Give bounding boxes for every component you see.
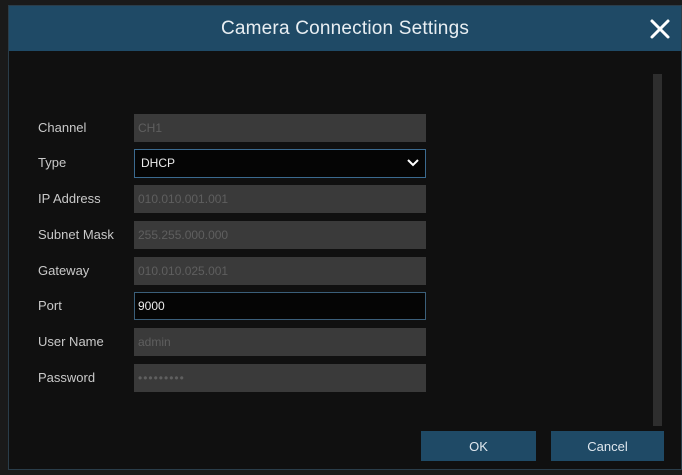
channel-row: Channel CH1 xyxy=(9,114,439,144)
gateway-field: 010.010.025.001 xyxy=(134,257,426,285)
chevron-down-icon xyxy=(407,159,419,167)
user-name-field: admin xyxy=(134,328,426,356)
dialog-title-bar: Camera Connection Settings xyxy=(9,6,681,51)
camera-connection-dialog: Camera Connection Settings Channel CH1 T… xyxy=(8,5,682,470)
password-row: Password ••••••••• xyxy=(9,364,439,394)
close-icon[interactable] xyxy=(645,14,675,44)
gateway-label: Gateway xyxy=(38,263,90,278)
port-input[interactable] xyxy=(134,292,426,320)
type-select-value: DHCP xyxy=(141,156,176,170)
type-select[interactable]: DHCP xyxy=(134,149,426,178)
password-label: Password xyxy=(38,370,96,385)
ok-button[interactable]: OK xyxy=(421,431,536,461)
user-name-label: User Name xyxy=(38,334,104,349)
ip-address-field: 010.010.001.001 xyxy=(134,185,426,213)
port-label: Port xyxy=(38,298,62,313)
scrollbar[interactable] xyxy=(653,74,662,426)
cancel-button[interactable]: Cancel xyxy=(551,431,664,461)
channel-label: Channel xyxy=(38,120,87,135)
channel-field: CH1 xyxy=(134,114,426,142)
ip-address-label: IP Address xyxy=(38,191,101,206)
password-field: ••••••••• xyxy=(134,364,426,392)
type-label: Type xyxy=(38,155,67,170)
dialog-title: Camera Connection Settings xyxy=(220,17,470,39)
subnet-mask-field: 255.255.000.000 xyxy=(134,221,426,249)
subnet-mask-row: Subnet Mask 255.255.000.000 xyxy=(9,221,439,251)
ip-address-row: IP Address 010.010.001.001 xyxy=(9,185,439,215)
gateway-row: Gateway 010.010.025.001 xyxy=(9,257,439,287)
type-row: Type DHCP xyxy=(9,149,439,179)
subnet-mask-label: Subnet Mask xyxy=(38,227,114,242)
port-row: Port xyxy=(9,292,439,322)
user-name-row: User Name admin xyxy=(9,328,439,358)
